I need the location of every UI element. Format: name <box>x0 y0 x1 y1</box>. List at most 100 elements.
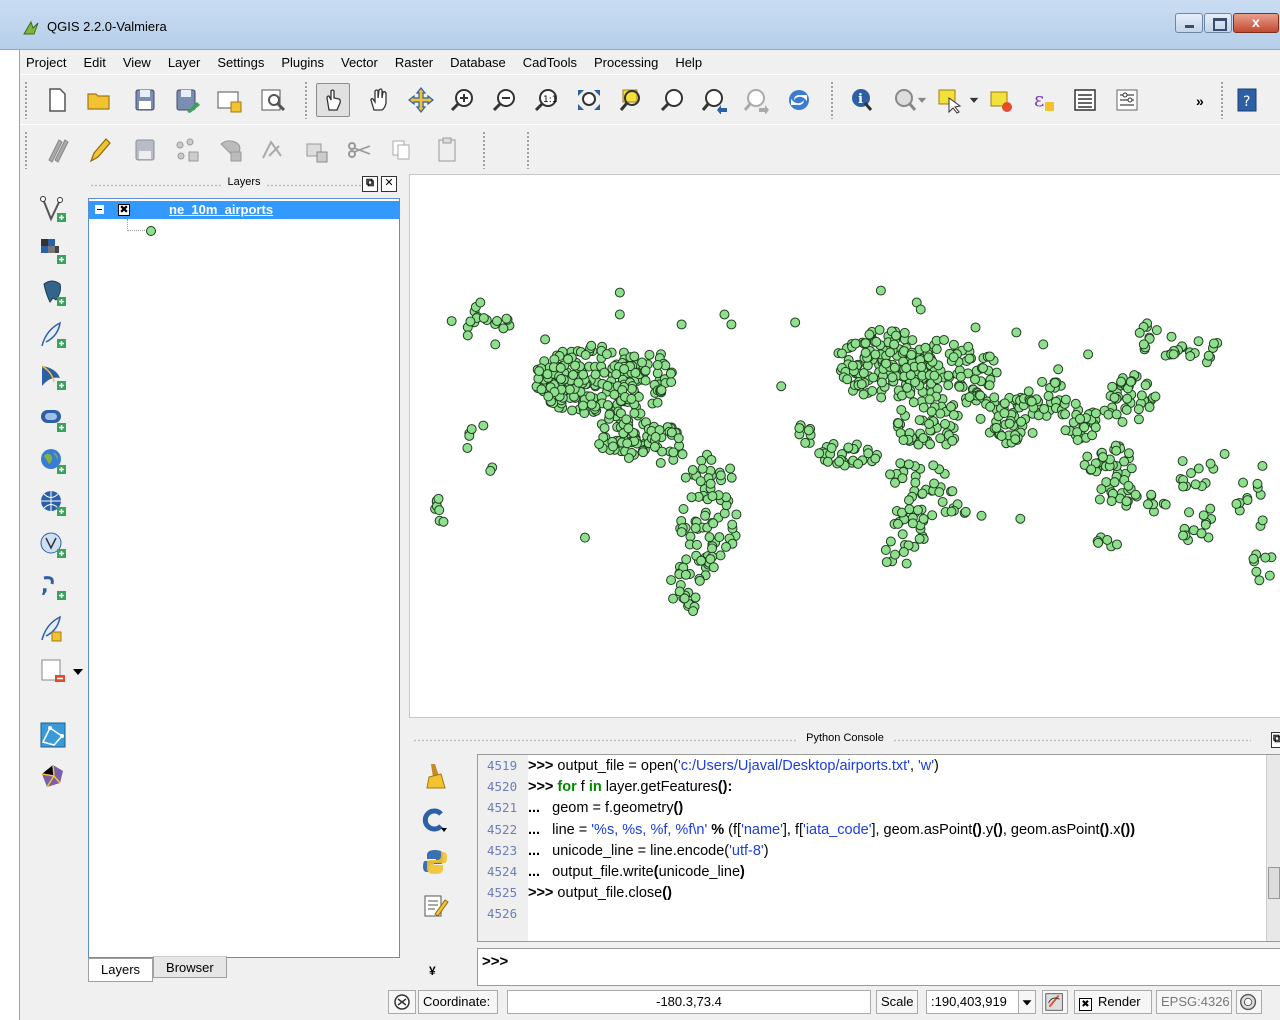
deselect-icon[interactable] <box>984 83 1018 117</box>
python-editor-icon[interactable] <box>421 848 451 878</box>
coordinate-field[interactable]: -180.3,73.4 <box>507 990 871 1014</box>
refresh-icon[interactable] <box>782 83 816 117</box>
plugin-manager-icon[interactable] <box>36 760 70 794</box>
georeferencer-icon[interactable] <box>36 718 70 752</box>
layer-tree-item[interactable]: ✖ ne_10m_airports <box>89 201 399 219</box>
zoom-to-selection-icon[interactable] <box>614 83 648 117</box>
new-shapefile-icon[interactable] <box>36 612 70 646</box>
save-project-icon[interactable] <box>128 83 162 117</box>
cut-features-icon[interactable] <box>342 133 376 167</box>
close-window-button[interactable] <box>1233 13 1279 33</box>
help-icon[interactable]: ? <box>1230 83 1264 117</box>
node-tool-icon[interactable] <box>256 133 290 167</box>
menu-database[interactable]: Database <box>450 55 506 70</box>
map-canvas[interactable] <box>409 174 1280 718</box>
stop-render-icon[interactable] <box>1042 990 1068 1014</box>
console-scrollbar[interactable] <box>1266 755 1280 941</box>
attribute-table-icon[interactable] <box>1068 83 1102 117</box>
render-checkbox[interactable]: ✖ Render <box>1074 990 1152 1014</box>
maximize-button[interactable] <box>1204 13 1232 33</box>
menu-layer[interactable]: Layer <box>168 55 201 70</box>
zoom-out-icon[interactable] <box>488 83 522 117</box>
layer-name[interactable]: ne_10m_airports <box>169 202 273 217</box>
toolbar-grip[interactable] <box>830 81 835 119</box>
copy-features-icon[interactable] <box>384 133 418 167</box>
chevron-down-icon[interactable] <box>1018 990 1036 1014</box>
toolbar-grip[interactable] <box>1220 81 1225 119</box>
float-console-button[interactable]: ⧉ <box>1271 732 1280 748</box>
current-edits-icon[interactable] <box>40 133 74 167</box>
add-feature-icon[interactable] <box>170 133 204 167</box>
add-vector-layer-icon[interactable] <box>36 192 70 226</box>
crs-button[interactable]: EPSG:4326 <box>1156 990 1232 1014</box>
collapse-console-icon[interactable]: ¥ <box>429 964 436 978</box>
zoom-last-icon[interactable] <box>698 83 732 117</box>
remove-layer-icon[interactable] <box>36 654 70 688</box>
save-edits-icon[interactable] <box>128 133 162 167</box>
open-project-icon[interactable] <box>82 83 116 117</box>
menu-vector[interactable]: Vector <box>341 55 378 70</box>
toolbar-grip[interactable] <box>304 81 309 119</box>
toolbar-overflow-button[interactable]: » <box>1196 93 1204 109</box>
new-project-icon[interactable] <box>40 83 74 117</box>
menu-settings[interactable]: Settings <box>217 55 264 70</box>
toolbar-grip[interactable] <box>24 81 29 119</box>
settings-console-icon[interactable] <box>421 806 451 836</box>
save-as-icon[interactable] <box>170 83 204 117</box>
tab-browser[interactable]: Browser <box>153 956 227 978</box>
add-delimited-text-icon[interactable]: , <box>36 570 70 604</box>
toolbar-grip[interactable] <box>526 131 531 169</box>
move-feature-icon[interactable] <box>214 133 248 167</box>
menu-project[interactable]: Project <box>26 55 66 70</box>
add-oracle-layer-icon[interactable] <box>36 402 70 436</box>
menu-cadtools[interactable]: CadTools <box>523 55 577 70</box>
tab-layers[interactable]: Layers <box>88 958 154 982</box>
identify-icon[interactable]: i <box>844 83 878 117</box>
menu-help[interactable]: Help <box>675 55 702 70</box>
add-mssql-layer-icon[interactable] <box>36 360 70 394</box>
pan-icon[interactable] <box>362 83 396 117</box>
close-panel-button[interactable]: ✕ <box>381 176 397 192</box>
add-wcs-layer-icon[interactable] <box>36 486 70 520</box>
toolbar-grip[interactable] <box>482 131 487 169</box>
toggle-extents-icon[interactable] <box>388 990 416 1014</box>
scale-field[interactable]: :190,403,919 <box>926 990 1020 1014</box>
add-raster-layer-icon[interactable] <box>36 234 70 268</box>
delete-selected-icon[interactable] <box>300 133 334 167</box>
add-wfs-layer-icon[interactable] <box>36 528 70 562</box>
menu-view[interactable]: View <box>123 55 151 70</box>
zoom-native-icon[interactable]: 1:1 <box>530 83 564 117</box>
chevron-down-icon[interactable] <box>72 654 84 688</box>
field-calculator-icon[interactable]: ε <box>1026 83 1060 117</box>
toggle-editing-icon[interactable] <box>82 133 116 167</box>
new-print-composer-icon[interactable] <box>212 83 246 117</box>
toolbar-grip[interactable] <box>24 131 29 169</box>
minimize-button[interactable] <box>1175 13 1203 33</box>
scrollbar-thumb[interactable] <box>1268 867 1280 899</box>
show-editor-icon[interactable] <box>421 892 451 922</box>
add-wms-layer-icon[interactable] <box>36 444 70 478</box>
add-postgis-layer-icon[interactable] <box>36 276 70 310</box>
zoom-next-icon[interactable] <box>740 83 774 117</box>
float-panel-button[interactable]: ⧉ <box>362 176 378 192</box>
menu-raster[interactable]: Raster <box>395 55 433 70</box>
paste-features-icon[interactable] <box>430 133 464 167</box>
touch-zoom-pan-icon[interactable] <box>316 83 350 117</box>
zoom-full-icon[interactable] <box>572 83 606 117</box>
messages-icon[interactable] <box>1236 990 1262 1014</box>
zoom-to-layer-icon[interactable] <box>656 83 690 117</box>
select-icon[interactable] <box>932 83 966 117</box>
console-output[interactable]: 4519 >>> output_file = open('c:/Users/Uja… <box>477 754 1280 942</box>
chevron-down-icon[interactable] <box>964 83 984 117</box>
menu-processing[interactable]: Processing <box>594 55 658 70</box>
chevron-down-icon[interactable] <box>912 83 932 117</box>
layer-visibility-checkbox[interactable]: ✖ <box>118 204 130 216</box>
measure-icon[interactable] <box>1110 83 1144 117</box>
zoom-in-icon[interactable] <box>446 83 480 117</box>
composer-manager-icon[interactable] <box>256 83 290 117</box>
clear-console-icon[interactable] <box>421 762 451 792</box>
pan-to-selection-icon[interactable] <box>404 83 438 117</box>
collapse-toggle[interactable] <box>95 205 104 214</box>
add-spatialite-layer-icon[interactable] <box>36 318 70 352</box>
menu-edit[interactable]: Edit <box>83 55 105 70</box>
